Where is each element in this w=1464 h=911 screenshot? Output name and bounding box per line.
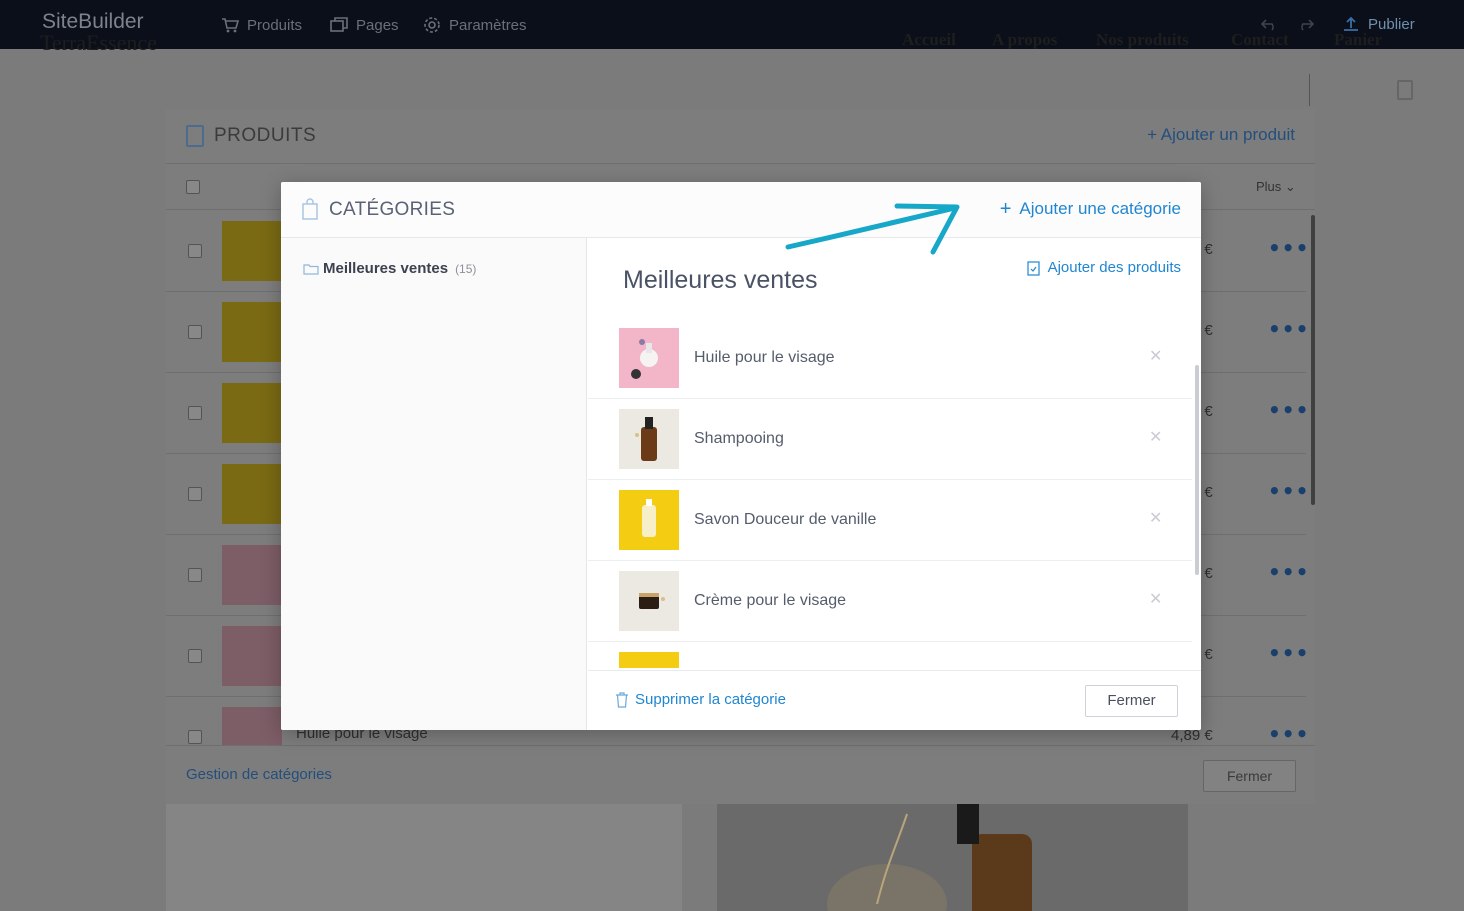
remove-icon[interactable]: ✕ — [1149, 508, 1162, 527]
site-nav-contact: Contact — [1231, 30, 1289, 49]
more-columns-button[interactable]: Plus ⌄ — [1256, 179, 1296, 195]
remove-icon[interactable]: ✕ — [1149, 427, 1162, 446]
category-heading: Meilleures ventes — [623, 266, 818, 294]
product-name: Shampooing — [694, 430, 784, 447]
row-checkbox[interactable] — [188, 730, 202, 744]
category-product-item[interactable] — [588, 642, 1192, 668]
category-name: Meilleures ventes — [323, 260, 449, 277]
products-footer: Gestion de catégories Fermer — [166, 745, 1315, 804]
nav-pages-label: Pages — [356, 16, 399, 34]
site-image-left — [166, 804, 682, 911]
row-checkbox[interactable] — [188, 649, 202, 663]
row-checkbox[interactable] — [188, 325, 202, 339]
add-products-label: Ajouter des produits — [1047, 259, 1181, 276]
more-options-icon[interactable]: ••• — [1268, 641, 1309, 665]
row-checkbox[interactable] — [188, 244, 202, 258]
product-thumbnail — [222, 626, 282, 686]
product-thumbnail — [222, 545, 282, 605]
site-nav-divider — [1309, 74, 1310, 106]
row-checkbox[interactable] — [188, 487, 202, 501]
product-name: Savon Douceur de vanille — [694, 511, 877, 528]
category-product-item[interactable]: Savon Douceur de vanille ✕ — [588, 480, 1192, 561]
folder-icon — [303, 263, 319, 275]
row-checkbox[interactable] — [188, 406, 202, 420]
nav-settings[interactable]: Paramètres — [422, 15, 527, 35]
trash-icon — [616, 691, 628, 708]
delete-category-button[interactable]: Supprimer la catégorie — [615, 691, 786, 708]
row-checkbox[interactable] — [188, 568, 202, 582]
add-category-label: Ajouter une catégorie — [1019, 199, 1181, 218]
category-count: (15) — [455, 261, 477, 276]
product-name: Huile pour le visage — [694, 349, 835, 366]
more-label: Plus — [1256, 179, 1282, 194]
site-nav-cart: Panier — [1334, 30, 1383, 49]
product-image — [619, 328, 679, 388]
clipboard-icon — [1026, 260, 1040, 276]
category-item[interactable]: Meilleures ventes (15) — [303, 260, 476, 277]
list-scrollbar[interactable] — [1195, 365, 1199, 575]
cart-icon — [222, 18, 240, 33]
remove-icon[interactable]: ✕ — [1149, 589, 1162, 608]
more-options-icon[interactable]: ••• — [1268, 317, 1309, 341]
site-nav-products: Nos produits — [1096, 30, 1189, 49]
site-nav-home: Accueil — [902, 30, 956, 49]
add-category-button[interactable]: + Ajouter une catégorie — [1000, 199, 1181, 219]
product-image — [619, 652, 679, 668]
more-options-icon[interactable]: ••• — [1268, 479, 1309, 503]
category-product-item[interactable]: Crème pour le visage ✕ — [588, 561, 1192, 642]
bag-icon — [186, 125, 204, 147]
more-options-icon[interactable]: ••• — [1268, 722, 1309, 746]
product-thumbnail — [222, 221, 282, 281]
site-image-right — [717, 804, 1188, 911]
products-header: PRODUITS + Ajouter un produit — [166, 109, 1315, 164]
products-scrollbar[interactable] — [1311, 215, 1315, 505]
category-detail: Meilleures ventes Ajouter des produits H… — [588, 238, 1201, 730]
product-image — [619, 490, 679, 550]
more-options-icon[interactable]: ••• — [1268, 236, 1309, 260]
add-product-button[interactable]: + Ajouter un produit — [1147, 125, 1295, 145]
bag-icon — [302, 198, 318, 220]
modal-title: CATÉGORIES — [329, 199, 456, 220]
product-image — [619, 571, 679, 631]
delete-category-label: Supprimer la catégorie — [635, 691, 786, 708]
product-name: Crème pour le visage — [694, 592, 847, 609]
modal-close-button[interactable]: Fermer — [1085, 685, 1178, 717]
categories-modal: CATÉGORIES + Ajouter une catégorie Meill… — [281, 182, 1201, 730]
category-list: Meilleures ventes (15) — [281, 238, 587, 730]
nav-pages[interactable]: Pages — [329, 15, 399, 35]
gear-icon — [424, 17, 440, 33]
site-logo: TerraEssence — [40, 30, 157, 55]
products-title: PRODUITS — [214, 125, 317, 146]
products-close-button[interactable]: Fermer — [1203, 760, 1296, 792]
category-products-list: Huile pour le visage ✕ Shampooing ✕ Savon Do… — [588, 318, 1192, 668]
product-thumbnail — [222, 383, 282, 443]
bag-icon — [1397, 80, 1413, 100]
pages-icon — [330, 17, 348, 32]
site-nav-about: A propos — [992, 30, 1058, 49]
modal-footer: Supprimer la catégorie Fermer — [588, 670, 1201, 730]
more-options-icon[interactable]: ••• — [1268, 560, 1309, 584]
add-product-label: Ajouter un produit — [1160, 125, 1295, 144]
remove-icon[interactable]: ✕ — [1149, 346, 1162, 365]
manage-categories-link[interactable]: Gestion de catégories — [186, 766, 332, 783]
add-products-button[interactable]: Ajouter des produits — [1026, 259, 1181, 276]
plus-icon: + — [999, 198, 1012, 220]
modal-header: CATÉGORIES + Ajouter une catégorie — [281, 182, 1201, 238]
annotation-arrow-icon — [785, 203, 960, 255]
nav-products-label: Produits — [247, 16, 303, 34]
nav-settings-label: Paramètres — [449, 16, 527, 34]
nav-products[interactable]: Produits — [220, 15, 302, 35]
select-all-checkbox[interactable] — [186, 180, 200, 194]
product-thumbnail — [222, 464, 282, 524]
more-options-icon[interactable]: ••• — [1268, 398, 1309, 422]
product-thumbnail — [222, 302, 282, 362]
category-product-item[interactable]: Huile pour le visage ✕ — [588, 318, 1192, 399]
redo-icon[interactable] — [1295, 14, 1315, 34]
product-image — [619, 409, 679, 469]
category-product-item[interactable]: Shampooing ✕ — [588, 399, 1192, 480]
